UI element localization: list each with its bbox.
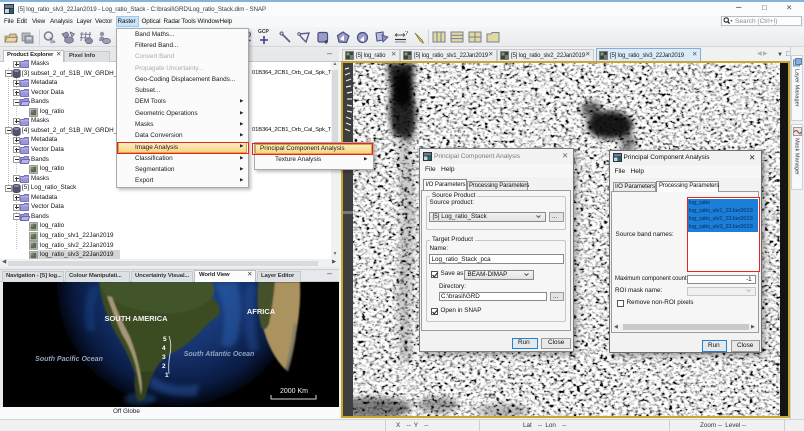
svg-text:3: 3 [162, 354, 166, 361]
svg-text:4: 4 [162, 345, 166, 352]
svg-text:2: 2 [162, 363, 166, 370]
svg-text:1: 1 [165, 372, 169, 379]
svg-text:South Atlantic Ocean: South Atlantic Ocean [184, 351, 255, 358]
svg-text:2000 Km: 2000 Km [280, 388, 308, 395]
svg-text:South Pacific Ocean: South Pacific Ocean [35, 356, 103, 363]
svg-text:AFRICA: AFRICA [247, 307, 276, 316]
svg-text:SOUTH AMERICA: SOUTH AMERICA [104, 314, 168, 323]
svg-text:5: 5 [163, 336, 167, 343]
svg-text:?: ? [405, 31, 409, 37]
